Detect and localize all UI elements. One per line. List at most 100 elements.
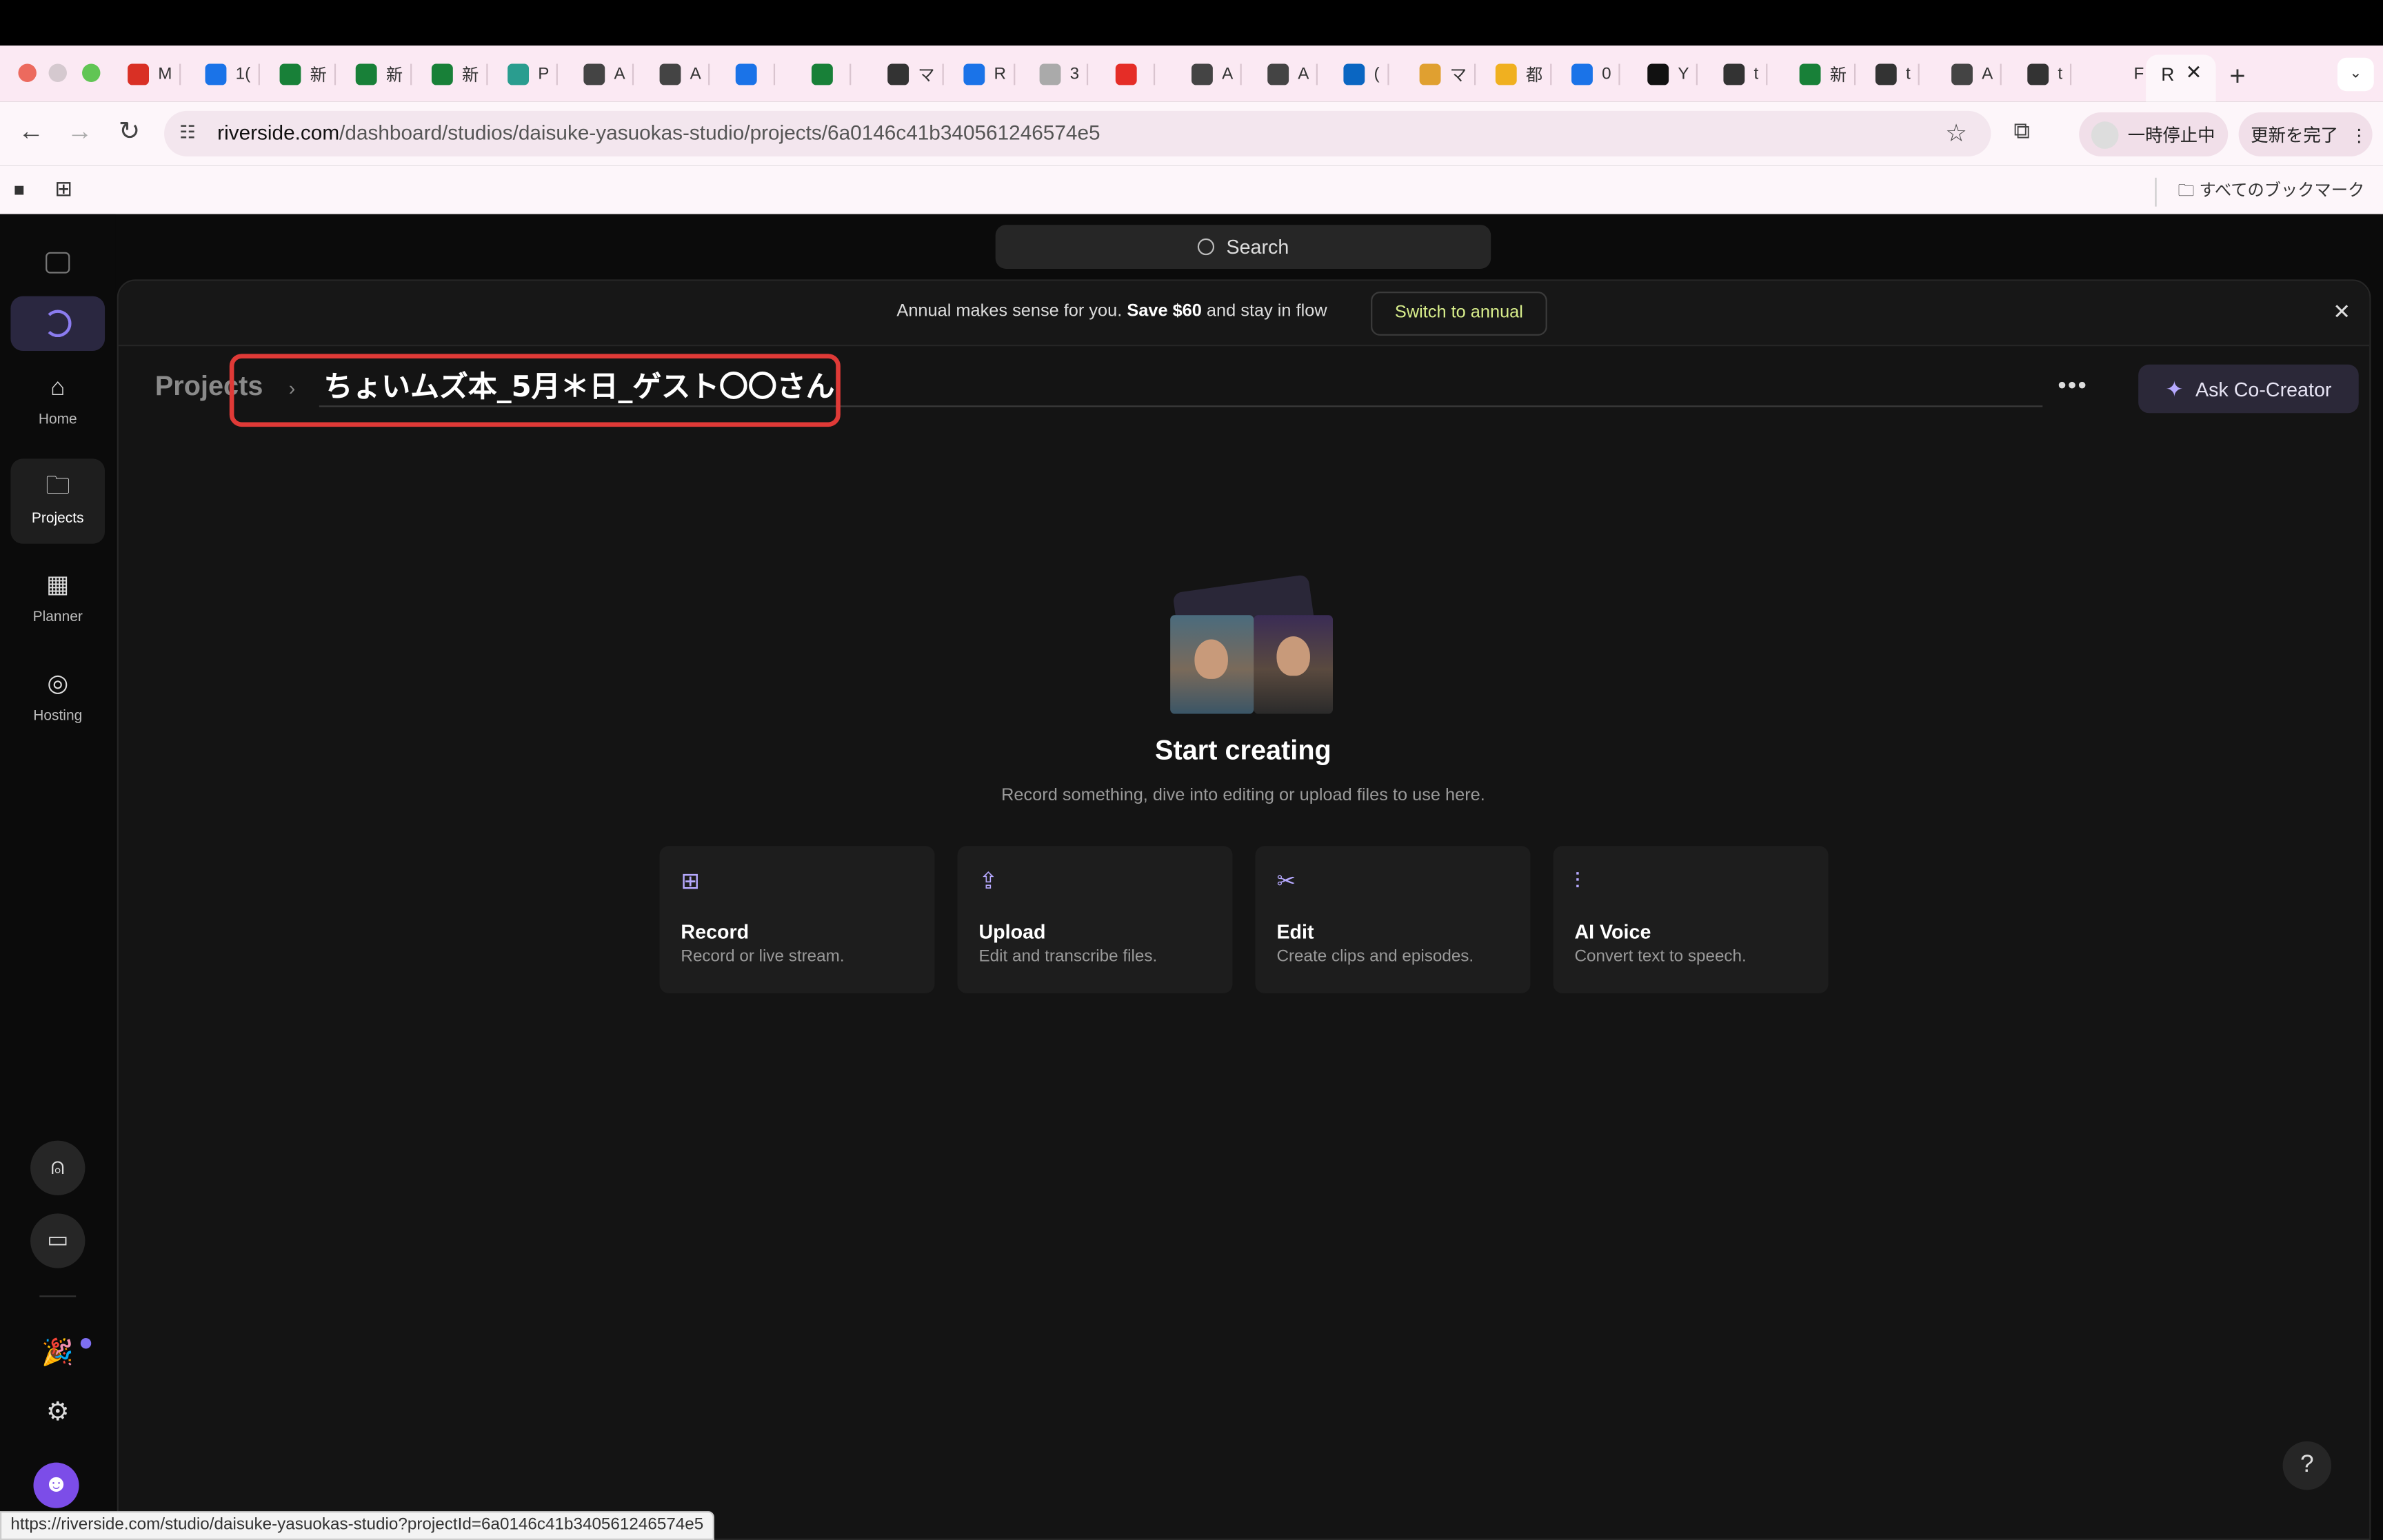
ask-co-creator-button[interactable]: ✦ Ask Co-Creator	[2138, 364, 2359, 414]
upload-card[interactable]: ⇪ Upload Edit and transcribe files.	[957, 846, 1233, 993]
apps-grid-icon[interactable]: ⊞	[54, 176, 72, 202]
title-highlight-box	[229, 354, 841, 427]
all-bookmarks-folder[interactable]: 🗀 すべてのブックマーク	[2155, 177, 2364, 207]
tab-search-button[interactable]: ⌄	[2337, 57, 2374, 92]
globe-icon	[659, 63, 681, 85]
tab-item[interactable]: 新	[279, 54, 336, 94]
tab-item[interactable]	[811, 54, 852, 94]
sidebar-item-projects[interactable]: 🗀 Projects	[10, 458, 105, 544]
tab-item[interactable]: A	[1192, 54, 1243, 94]
tab-separator	[179, 63, 181, 85]
person-icon	[1495, 63, 1517, 85]
more-options-icon[interactable]: •••	[2058, 374, 2088, 401]
whats-new-icon[interactable]: 🎉	[41, 1337, 74, 1370]
tab-item[interactable]: 新	[431, 54, 488, 94]
tab-label: マ	[1449, 66, 1467, 85]
sidebar-divider	[39, 1295, 77, 1297]
tab-item[interactable]: 新	[355, 54, 412, 94]
settings-gear-icon[interactable]: ⚙	[41, 1396, 74, 1429]
camera-button[interactable]: ▭	[30, 1213, 86, 1268]
search-bar[interactable]: Search	[995, 225, 1491, 269]
tab-separator	[334, 63, 336, 85]
tab-item[interactable]: t	[2027, 54, 2072, 94]
minimize-window-button[interactable]	[48, 63, 67, 82]
tab-label: (	[1374, 65, 1380, 84]
kebab-menu-icon[interactable]: ⋮	[2351, 124, 2368, 145]
tab-item[interactable]: P	[507, 54, 559, 94]
tab-label: 新	[385, 66, 403, 85]
help-button[interactable]: ?	[2282, 1441, 2332, 1490]
tab-active[interactable]: R ✕	[2146, 54, 2216, 102]
tab-separator	[849, 63, 852, 85]
url-host: riverside.com	[217, 121, 340, 145]
close-tab-icon[interactable]: ✕	[2185, 61, 2202, 85]
tab-item[interactable]: t	[1875, 54, 1920, 94]
url-text[interactable]: riverside.com/dashboard/studios/daisuke-…	[217, 121, 1100, 144]
maximize-window-button[interactable]	[82, 63, 101, 82]
sidebar-toggle-icon[interactable]	[46, 252, 70, 274]
tab-item[interactable]: マ	[887, 54, 944, 94]
hero-photo-left	[1170, 615, 1254, 714]
main-panel	[117, 279, 2371, 1540]
tab-item[interactable]: A	[659, 54, 711, 94]
tldv-icon	[1875, 63, 1897, 85]
tab-separator	[942, 63, 944, 85]
tab-separator	[1618, 63, 1620, 85]
tab-item[interactable]: 新	[1799, 54, 1856, 94]
tab-item[interactable]: A	[583, 54, 634, 94]
globe-icon	[1951, 63, 1973, 85]
tab-label: 1(	[235, 65, 251, 84]
back-arrow-icon[interactable]: ←	[18, 117, 43, 148]
close-banner-icon[interactable]: ✕	[2333, 299, 2351, 325]
sidebar-item-hosting[interactable]: ◎ Hosting	[10, 656, 105, 741]
tab-separator	[1696, 63, 1698, 85]
tab-label: 3	[1069, 65, 1080, 84]
home-icon: ⌂	[50, 375, 66, 401]
new-tab-button[interactable]: +	[2229, 61, 2245, 92]
tab-item[interactable]: t	[1723, 54, 1768, 94]
switch-to-annual-button[interactable]: Switch to annual	[1371, 292, 1547, 336]
tab-item[interactable]: 3	[1039, 54, 1089, 94]
tab-separator	[1240, 63, 1243, 85]
tab-item[interactable]: Y	[1647, 54, 1698, 94]
extensions-icon[interactable]: ⧉	[2013, 119, 2030, 144]
sparkle-icon: ✦	[2165, 376, 2184, 401]
tab-item[interactable]: R	[963, 54, 1016, 94]
tab-item[interactable]: A	[1267, 54, 1318, 94]
tab-item[interactable]: A	[1951, 54, 2002, 94]
sheets-icon	[279, 63, 301, 85]
profile-button[interactable]: 一時停止中	[2079, 112, 2229, 156]
record-card[interactable]: ⊞ Record Record or live stream.	[659, 846, 935, 993]
tab-item[interactable]: 1(	[205, 54, 260, 94]
tab-separator	[632, 63, 634, 85]
bookmark-star-icon[interactable]: ☆	[1945, 119, 1967, 149]
edit-card[interactable]: ✂ Edit Create clips and episodes.	[1255, 846, 1531, 993]
tab-item[interactable]: マ	[1419, 54, 1476, 94]
search-label: Search	[1226, 235, 1289, 259]
sidebar-item-label: Planner	[32, 609, 83, 626]
forward-arrow-icon[interactable]: →	[67, 117, 92, 148]
invite-user-button[interactable]: ⍝	[30, 1140, 86, 1195]
site-info-icon[interactable]: ☷	[179, 121, 201, 143]
close-window-button[interactable]	[18, 63, 37, 82]
tab-item[interactable]	[735, 54, 776, 94]
tab-item[interactable]: M	[128, 54, 181, 94]
tab-item[interactable]: F	[2103, 54, 2153, 94]
ai-voice-card[interactable]: ⫶ AI Voice Convert text to speech.	[1553, 846, 1829, 993]
hero-photo-right	[1254, 615, 1333, 714]
tab-item[interactable]: (	[1343, 54, 1389, 94]
banner-text-bold: Save $60	[1127, 302, 1202, 321]
reload-icon[interactable]: ↻	[119, 117, 140, 148]
grammarly-icon	[1039, 63, 1061, 85]
sidebar-item-planner[interactable]: ▦ Planner	[10, 558, 105, 642]
tab-item[interactable]: 都	[1495, 54, 1552, 94]
tab-item[interactable]	[1115, 54, 1156, 94]
sidebar-item-home[interactable]: ⌂ Home	[10, 360, 105, 445]
update-button[interactable]: 更新を完了 ⋮	[2238, 112, 2373, 156]
card-title: AI Voice	[1574, 920, 1651, 944]
tab-item[interactable]: 0	[1571, 54, 1620, 94]
riverside-logo[interactable]	[10, 296, 105, 351]
user-avatar[interactable]: ☻	[33, 1462, 79, 1508]
bookmark-square-icon[interactable]: ■	[14, 179, 25, 201]
tldv-icon	[1723, 63, 1745, 85]
